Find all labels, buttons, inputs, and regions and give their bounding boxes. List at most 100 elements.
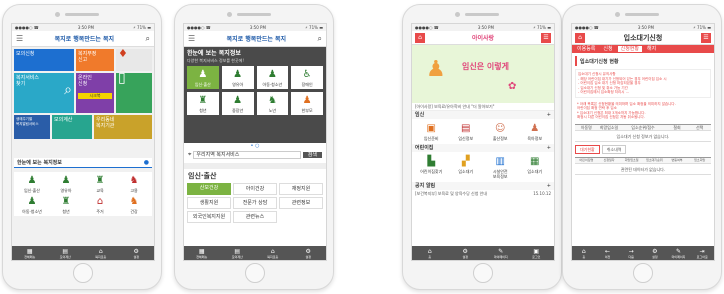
tab-logout[interactable]: ⇥ 로그아웃 xyxy=(690,246,714,260)
waiting-status-button[interactable]: 대기현황 xyxy=(575,144,600,154)
graduate-icon: ♜ xyxy=(198,95,208,106)
tab-mock-calc[interactable]: ▤ 모의계산 xyxy=(48,246,84,260)
app-header: ☰ 복지로 행복만드는 복지 ⌕ xyxy=(184,31,326,47)
life-stage-item[interactable]: ♟ 한부모 xyxy=(291,92,323,115)
screen-4: ●●●●○ ☎ 3:50 PM ⚡ 71% ▬ ⌂ 입소대기신청 ☰ 이용등록 … xyxy=(571,23,715,261)
tab-home[interactable]: ⌂ 홈 xyxy=(572,246,596,260)
feature-item[interactable]: ☺ 출산정보 xyxy=(484,122,517,141)
more-icon[interactable]: ● xyxy=(144,159,149,166)
tab-all-menu[interactable]: ▦ 전체메뉴 xyxy=(12,246,48,260)
camera-dot xyxy=(455,12,460,17)
notice-row[interactable]: [보건복지부] 보육료 및 양육수당 신청 안내 15.10.12 xyxy=(412,190,554,197)
topic-button[interactable]: 전문가 상담 xyxy=(233,197,277,209)
edit-icon: ✎ xyxy=(676,247,682,255)
tab-settings[interactable]: ⚙ 설정 xyxy=(119,246,155,260)
tile-local-agency[interactable]: 우리동네 복지기관 xyxy=(94,115,152,139)
feature-item[interactable]: ▥ 시설안전 보육정보 xyxy=(484,155,517,179)
home-icon: ⌂ xyxy=(98,247,103,255)
tab-mypage[interactable]: ✎ 마이페이지 xyxy=(667,246,691,260)
topic-button[interactable]: 재정지원 xyxy=(279,183,323,195)
life-stage-item[interactable]: ♟ 영유아 xyxy=(221,66,254,89)
topic-button[interactable]: 생활지원 xyxy=(187,197,231,209)
category-item[interactable]: ⌂ 주거 xyxy=(84,195,116,214)
tile-fraud-report[interactable]: 복지부정 신고 xyxy=(76,49,114,71)
category-item[interactable]: ♟ 아동·청소년 xyxy=(16,195,48,214)
notice-date: 15.10.12 xyxy=(533,191,551,196)
search-icon[interactable]: ⌕ xyxy=(146,34,150,44)
life-stage-item[interactable]: ♞ 노년 xyxy=(256,92,289,115)
topic-button[interactable]: 아이건강 xyxy=(233,183,277,195)
tab-forward[interactable]: → 다음 xyxy=(619,246,643,260)
tab-back[interactable]: ← 이전 xyxy=(596,246,620,260)
pager-dots: • ○ xyxy=(250,143,260,149)
feature-item[interactable]: ▣ 임신준비 xyxy=(415,122,448,141)
life-stage-item[interactable]: ♟ 아동·청소년 xyxy=(256,66,289,89)
life-stage-item[interactable]: ♟ 임신·출산 xyxy=(187,66,219,89)
tab-home[interactable]: ⌂ 복지로홈 xyxy=(83,246,119,260)
feature-item[interactable]: ▤ 임신정보 xyxy=(450,122,483,141)
tab-settings[interactable]: ⚙ 설정 xyxy=(643,246,667,260)
tile-online-apply[interactable]: 온라인 신청 시크북 xyxy=(76,73,114,113)
category-item[interactable]: ♟ 영유아 xyxy=(50,174,82,193)
tile-lifecycle-alert[interactable]: 생애주기별 복지알림서비스 xyxy=(14,115,50,139)
feature-item[interactable]: ▞ 입소대기 xyxy=(450,155,483,179)
menu-icon[interactable]: ☰ xyxy=(700,32,711,43)
topic-button-active[interactable]: 산모건강 xyxy=(187,183,231,195)
empty-message: 입소대기 신청 정보가 없습니다. xyxy=(575,132,711,142)
plus-icon[interactable]: + xyxy=(547,183,551,189)
location-pin-icon: ⌖ xyxy=(188,151,192,158)
plus-icon[interactable]: + xyxy=(547,112,551,118)
clock: 3:50 PM xyxy=(249,25,266,30)
life-stage-item[interactable]: ♟ 중장년 xyxy=(221,92,254,115)
feature-item[interactable]: ♟ 육아정보 xyxy=(519,122,552,141)
category-item[interactable]: ♜ 청년 xyxy=(50,195,82,214)
tab-settings[interactable]: ⚙ 설정 xyxy=(291,246,327,260)
tab-login[interactable]: ▣ 로그인 xyxy=(519,246,555,260)
hamburger-menu-icon[interactable]: ☰ xyxy=(16,34,23,43)
tab-register[interactable]: 이용등록 xyxy=(574,46,598,52)
safety-icon: ▥ xyxy=(495,156,505,167)
building-icon: ▙ xyxy=(427,156,436,167)
tab-cancel[interactable]: 해지 xyxy=(644,46,659,52)
search-icon[interactable]: ⌕ xyxy=(318,34,322,44)
hero-banner[interactable]: 임신은 이렇게 ♟ ✿ xyxy=(412,45,554,103)
home-icon[interactable]: ⌂ xyxy=(415,32,425,43)
notice-text[interactable]: [아이사랑] 보육료/유아학비 안내 "더 알아보기" xyxy=(412,103,554,111)
category-item[interactable]: ♜ 교육 xyxy=(84,174,116,193)
tile-mock-apply[interactable]: 모의신청 xyxy=(14,49,74,71)
tab-home[interactable]: ⌂ 복지로홈 xyxy=(255,246,291,260)
tab-mock-calc[interactable]: ▤ 모의계산 xyxy=(220,246,256,260)
feature-item[interactable]: ▙ 어린이집찾기 xyxy=(415,155,448,179)
cancel-history-button[interactable]: 취소내역 xyxy=(601,144,627,154)
tab-mypage[interactable]: ✎ 마이페이지 xyxy=(483,246,519,260)
tile-mobile[interactable]: ▯ xyxy=(116,71,152,113)
category-item[interactable]: ♞ 건강 xyxy=(118,195,150,214)
home-button xyxy=(473,263,493,283)
alarm-icon: ♦ xyxy=(118,47,128,60)
topic-button[interactable]: 관련정보 xyxy=(279,197,323,209)
tab-status-active[interactable]: 신청현황 xyxy=(617,46,643,52)
topic-button[interactable]: 외국인복지지원 xyxy=(187,211,231,223)
category-item[interactable]: ♟ 임신·출산 xyxy=(16,174,48,193)
tile-find-service[interactable]: 복지서비스 찾기 ⌕ xyxy=(14,73,74,113)
tab-settings[interactable]: ⚙ 설정 xyxy=(448,246,484,260)
menu-icon[interactable]: ☰ xyxy=(541,32,551,43)
plus-icon[interactable]: + xyxy=(547,145,551,151)
search-button[interactable]: 검색 xyxy=(302,152,322,158)
tab-home[interactable]: ⌂ 홈 xyxy=(412,246,448,260)
topic-button[interactable]: 관련뉴스 xyxy=(233,211,277,223)
life-stage-grid: ♟ 임신·출산 ♟ 영유아 ♟ 아동·청소년 ♿ 장애인 ♜ 청년 ♟ 중장년 ♞ 노년 ♟ 한… xyxy=(187,66,323,115)
life-stage-item[interactable]: ♜ 청년 xyxy=(187,92,219,115)
local-search-label[interactable]: 우리지역 복지서비스 xyxy=(193,151,301,159)
tile-mock-calc[interactable]: 모의계산 xyxy=(52,115,92,139)
tile-alarm[interactable]: ♦ xyxy=(116,47,152,71)
tab-all-menu[interactable]: ▦ 전체메뉴 xyxy=(184,246,220,260)
category-item[interactable]: ♞ 고용 xyxy=(118,174,150,193)
employment-icon: ♞ xyxy=(129,175,139,186)
arrow-right-icon: → xyxy=(628,247,634,255)
hamburger-menu-icon[interactable]: ☰ xyxy=(188,34,195,43)
home-icon[interactable]: ⌂ xyxy=(575,32,585,43)
life-stage-item[interactable]: ♿ 장애인 xyxy=(291,66,323,89)
tab-apply[interactable]: 신청 xyxy=(600,46,615,52)
feature-item[interactable]: ▦ 입소대기 xyxy=(519,155,552,179)
